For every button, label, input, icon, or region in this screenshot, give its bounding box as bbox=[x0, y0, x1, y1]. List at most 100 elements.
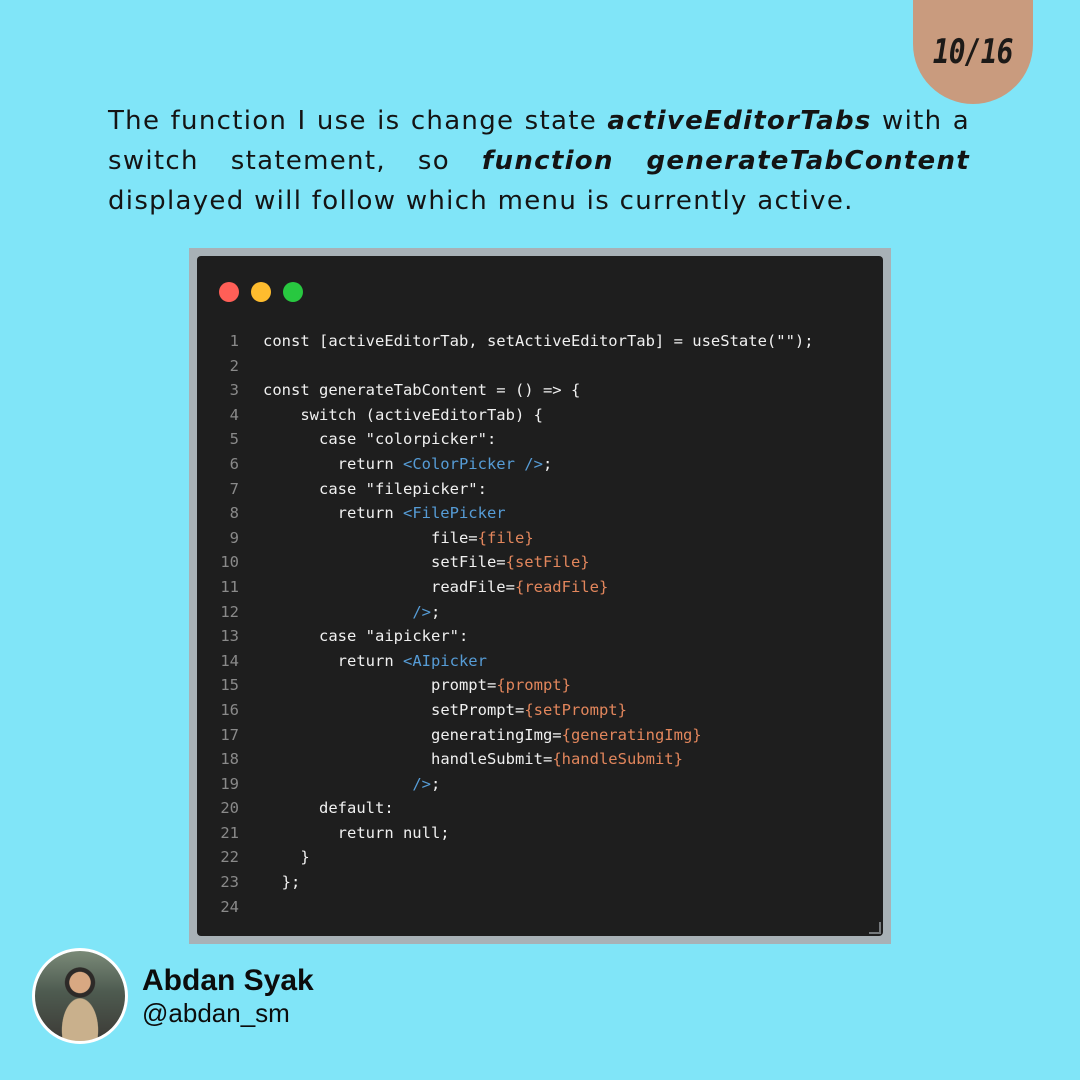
intro-emphasis-1: activeEditorTabs bbox=[607, 106, 872, 136]
code-token: case "colorpicker": bbox=[319, 430, 497, 449]
code-text: prompt={prompt} bbox=[239, 673, 571, 698]
code-text: const generateTabContent = () => { bbox=[239, 378, 580, 403]
code-text: const [activeEditorTab, setActiveEditorT… bbox=[239, 329, 814, 354]
code-text: file={file} bbox=[239, 526, 534, 551]
code-editor-window: 1 const [activeEditorTab, setActiveEditor… bbox=[197, 256, 883, 936]
jsx-tag-token: <ColorPicker /> bbox=[402, 454, 543, 473]
line-number: 22 bbox=[220, 848, 239, 867]
maximize-dot-icon bbox=[283, 282, 303, 302]
code-line: 16 setPrompt={setPrompt} bbox=[197, 698, 883, 723]
code-line: 22 } bbox=[197, 845, 883, 870]
code-token: ; bbox=[430, 602, 441, 621]
code-token: case "aipicker": bbox=[319, 627, 469, 646]
author-handle: @abdan_sm bbox=[142, 998, 290, 1028]
jsx-tag-token: /> bbox=[412, 602, 431, 621]
minimize-dot-icon bbox=[251, 282, 271, 302]
code-token: case "filepicker": bbox=[319, 479, 487, 498]
code-token: ; bbox=[542, 454, 553, 473]
close-dot-icon bbox=[219, 282, 239, 302]
intro-text-1: The function I use is change state bbox=[108, 106, 608, 136]
line-number: 23 bbox=[220, 873, 239, 892]
line-number: 6 bbox=[229, 454, 239, 473]
jsx-expression-token: {handleSubmit} bbox=[552, 750, 683, 769]
jsx-expression-token: {file} bbox=[477, 528, 534, 547]
line-number: 16 bbox=[220, 700, 239, 719]
jsx-tag-token: /> bbox=[412, 774, 431, 793]
code-token: ; bbox=[430, 774, 441, 793]
code-text: switch (activeEditorTab) { bbox=[239, 403, 543, 428]
line-number: 20 bbox=[220, 799, 239, 818]
line-number: 3 bbox=[229, 381, 239, 400]
jsx-tag-token: <FilePicker bbox=[402, 504, 506, 523]
code-token: }; bbox=[281, 873, 301, 892]
jsx-expression-token: {setFile} bbox=[505, 553, 590, 572]
code-token: handleSubmit= bbox=[430, 750, 553, 769]
code-text: case "colorpicker": bbox=[239, 427, 496, 452]
code-line: 12 />; bbox=[197, 600, 883, 625]
code-text: return null; bbox=[239, 821, 450, 846]
line-number: 17 bbox=[220, 725, 239, 744]
line-number: 11 bbox=[220, 577, 239, 596]
code-line: 20 default: bbox=[197, 796, 883, 821]
code-token: file= bbox=[430, 528, 478, 547]
code-text: }; bbox=[239, 870, 301, 895]
code-text: case "filepicker": bbox=[239, 477, 487, 502]
intro-paragraph: The function I use is change state activ… bbox=[108, 101, 970, 221]
code-text: generatingImg={generatingImg} bbox=[239, 723, 702, 748]
code-token: const generateTabContent = () => { bbox=[263, 381, 581, 400]
jsx-expression-token: {setPrompt} bbox=[524, 700, 627, 719]
code-line: 19 />; bbox=[197, 772, 883, 797]
code-text: } bbox=[239, 845, 310, 870]
avatar bbox=[32, 948, 128, 1044]
intro-text-3: displayed will follow which menu is curr… bbox=[108, 186, 854, 216]
code-line: 17 generatingImg={generatingImg} bbox=[197, 723, 883, 748]
code-line: 1 const [activeEditorTab, setActiveEditor… bbox=[197, 329, 883, 354]
window-controls bbox=[219, 282, 303, 302]
code-text: return <ColorPicker />; bbox=[239, 452, 553, 477]
code-text: setFile={setFile} bbox=[239, 550, 590, 575]
code-line: 3 const generateTabContent = () => { bbox=[197, 378, 883, 403]
line-number: 5 bbox=[229, 430, 239, 449]
jsx-expression-token: {prompt} bbox=[496, 676, 571, 695]
code-line: 24 bbox=[197, 895, 883, 920]
jsx-expression-token: {readFile} bbox=[514, 577, 609, 596]
code-line: 21 return null; bbox=[197, 821, 883, 846]
line-number: 7 bbox=[229, 479, 239, 498]
line-number: 4 bbox=[229, 405, 239, 424]
code-screenshot-frame: 1 const [activeEditorTab, setActiveEditor… bbox=[189, 248, 891, 944]
page-counter-badge: 10/16 bbox=[913, 0, 1033, 104]
page-counter: 10/16 bbox=[933, 32, 1014, 72]
code-token: const [activeEditorTab, setActiveEditorT… bbox=[263, 332, 814, 350]
code-token: } bbox=[300, 848, 310, 867]
code-line: 14 return <AIpicker bbox=[197, 649, 883, 674]
code-line: 11 readFile={readFile} bbox=[197, 575, 883, 600]
code-text: handleSubmit={handleSubmit} bbox=[239, 747, 683, 772]
line-number: 15 bbox=[220, 676, 239, 695]
code-token: default: bbox=[319, 799, 394, 818]
jsx-expression-token: {generatingImg} bbox=[561, 725, 702, 744]
code-token: generatingImg= bbox=[430, 725, 562, 744]
code-line: 18 handleSubmit={handleSubmit} bbox=[197, 747, 883, 772]
resize-grip-icon[interactable] bbox=[869, 922, 881, 934]
code-token: readFile= bbox=[430, 577, 515, 596]
code-text: return <FilePicker bbox=[239, 501, 506, 526]
code-line: 10 setFile={setFile} bbox=[197, 550, 883, 575]
code-line: 13 case "aipicker": bbox=[197, 624, 883, 649]
code-line: 15 prompt={prompt} bbox=[197, 673, 883, 698]
line-number: 21 bbox=[220, 823, 239, 842]
code-token: switch (activeEditorTab) { bbox=[300, 405, 543, 424]
line-number: 19 bbox=[220, 774, 239, 793]
code-token: return bbox=[337, 454, 403, 473]
code-line: 4 switch (activeEditorTab) { bbox=[197, 403, 883, 428]
code-token: return bbox=[337, 651, 403, 670]
line-number: 18 bbox=[220, 750, 239, 769]
code-token: return bbox=[337, 504, 403, 523]
code-token: setFile= bbox=[430, 553, 506, 572]
code-line: 5 case "colorpicker": bbox=[197, 427, 883, 452]
intro-emphasis-2: function generateTabContent bbox=[481, 146, 970, 176]
code-text: />; bbox=[239, 772, 440, 797]
line-number: 13 bbox=[220, 627, 239, 646]
line-number: 2 bbox=[229, 356, 239, 375]
line-number: 8 bbox=[229, 504, 239, 523]
